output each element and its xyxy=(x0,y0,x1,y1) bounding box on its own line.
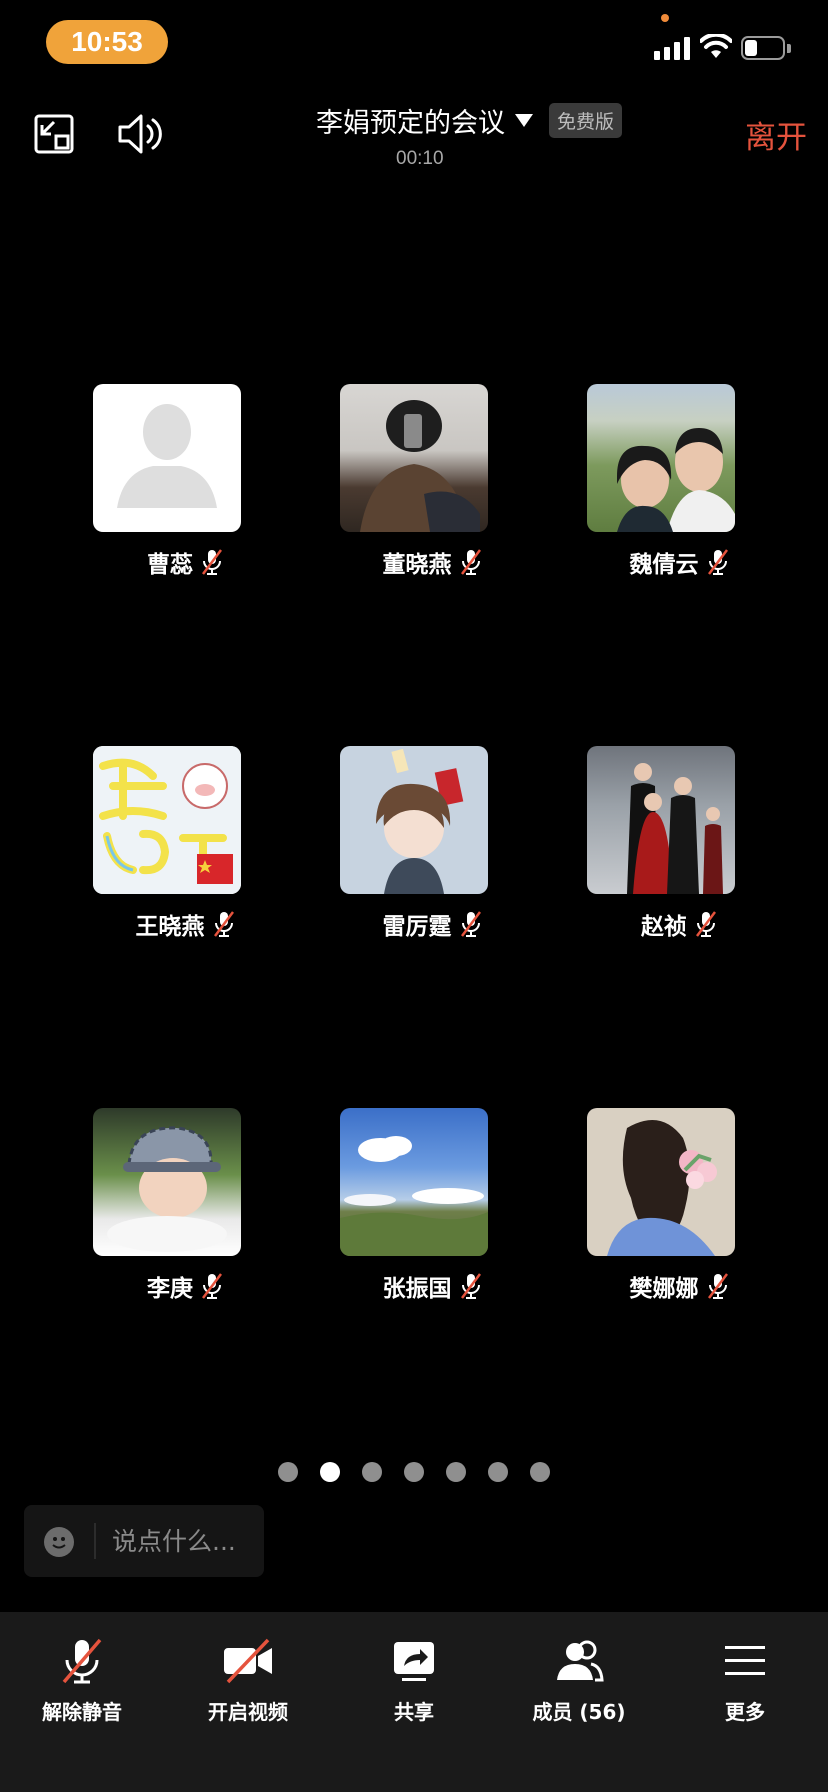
bottom-toolbar: 解除静音 开启视频 共享 成员 (56) 更多 xyxy=(0,1612,828,1792)
participant-illustration xyxy=(587,1108,735,1256)
meeting-title[interactable]: 李娟预定的会议 xyxy=(316,101,505,140)
battery-tip xyxy=(787,44,791,53)
share-screen-icon xyxy=(394,1642,434,1681)
participant-name: 樊娜娜 xyxy=(629,1276,699,1302)
mic-muted-icon xyxy=(460,549,481,575)
video-off-icon xyxy=(224,1638,272,1684)
page-dot[interactable] xyxy=(530,1462,550,1482)
participant-name: 雷厉霆 xyxy=(382,914,452,940)
speaker-icon xyxy=(118,114,162,154)
mic-muted-icon xyxy=(213,911,234,937)
participant-name: 王晓燕 xyxy=(135,914,205,940)
participant-label: 樊娜娜 xyxy=(554,1268,804,1304)
page-dot[interactable] xyxy=(404,1462,424,1482)
mic-muted-icon xyxy=(460,911,481,937)
participant-name: 董晓燕 xyxy=(382,552,452,578)
members-button[interactable]: 成员 (56) xyxy=(509,1636,649,1736)
participant-label: 李庚 xyxy=(60,1268,310,1304)
start-video-button[interactable]: 开启视频 xyxy=(178,1636,318,1736)
share-button[interactable]: 共享 xyxy=(344,1636,484,1736)
leave-button[interactable]: 离开 xyxy=(745,112,807,157)
participant-photo xyxy=(587,384,735,532)
page-dot-active[interactable] xyxy=(320,1462,340,1482)
chat-divider xyxy=(94,1523,96,1559)
chat-box[interactable] xyxy=(24,1505,264,1577)
page-dot[interactable] xyxy=(362,1462,382,1482)
participant-label: 魏倩云 xyxy=(554,544,804,580)
wifi-icon xyxy=(700,34,732,58)
privacy-indicator-dot xyxy=(661,14,669,22)
status-bar: 10:53 xyxy=(0,0,828,90)
more-button[interactable]: 更多 xyxy=(675,1636,815,1736)
participant-label: 王晓燕 xyxy=(60,906,310,942)
status-time: 10:53 xyxy=(46,20,168,64)
mic-muted-icon xyxy=(707,549,728,575)
participant-photo xyxy=(93,1108,241,1256)
members-label: 成员 (56) xyxy=(532,1700,626,1724)
minimize-window-button[interactable] xyxy=(28,108,80,160)
mic-muted-icon xyxy=(202,549,222,575)
participant-label: 张振国 xyxy=(307,1268,557,1304)
mic-muted-icon xyxy=(202,1273,222,1299)
meeting-title-group[interactable]: 李娟预定的会议 免费版 xyxy=(316,100,623,140)
mic-muted-icon xyxy=(707,1273,728,1299)
battery-icon xyxy=(741,36,785,60)
participant-name: 李庚 xyxy=(147,1276,193,1302)
participant-photo xyxy=(93,746,241,894)
speaker-button[interactable] xyxy=(112,108,168,160)
mic-off-icon xyxy=(62,1638,102,1684)
chat-input[interactable] xyxy=(112,1521,252,1561)
caret-down-icon[interactable] xyxy=(515,113,533,127)
page-dot[interactable] xyxy=(446,1462,466,1482)
participant-name: 赵祯 xyxy=(641,914,687,940)
participant-photo xyxy=(340,1108,488,1256)
participant-photo xyxy=(340,384,488,532)
share-label: 共享 xyxy=(394,1700,434,1724)
page-dot[interactable] xyxy=(278,1462,298,1482)
picture-in-picture-icon xyxy=(34,114,74,154)
menu-icon xyxy=(725,1646,765,1675)
participant-name: 魏倩云 xyxy=(629,552,699,578)
cellular-signal-icon xyxy=(654,36,690,60)
participant-label: 赵祯 xyxy=(554,906,804,942)
members-icon xyxy=(557,1640,604,1682)
page-indicator xyxy=(278,1462,572,1482)
unmute-button[interactable]: 解除静音 xyxy=(12,1636,152,1736)
participant-label: 曹蕊 xyxy=(60,544,310,580)
mic-muted-icon xyxy=(460,1273,481,1299)
participant-cartoon xyxy=(340,746,488,894)
page-dot[interactable] xyxy=(488,1462,508,1482)
participant-name: 曹蕊 xyxy=(147,552,193,578)
participant-label: 雷厉霆 xyxy=(307,906,557,942)
default-person-icon xyxy=(93,384,241,532)
participant-name: 张振国 xyxy=(382,1276,452,1302)
unmute-label: 解除静音 xyxy=(42,1700,122,1724)
participant-photo xyxy=(587,746,735,894)
meeting-duration: 00:10 xyxy=(396,148,444,169)
plan-badge: 免费版 xyxy=(549,102,623,138)
emoji-icon[interactable] xyxy=(44,1527,74,1557)
more-label: 更多 xyxy=(725,1700,765,1724)
mic-muted-icon xyxy=(696,911,716,937)
participant-label: 董晓燕 xyxy=(307,544,557,580)
start-video-label: 开启视频 xyxy=(208,1700,288,1724)
